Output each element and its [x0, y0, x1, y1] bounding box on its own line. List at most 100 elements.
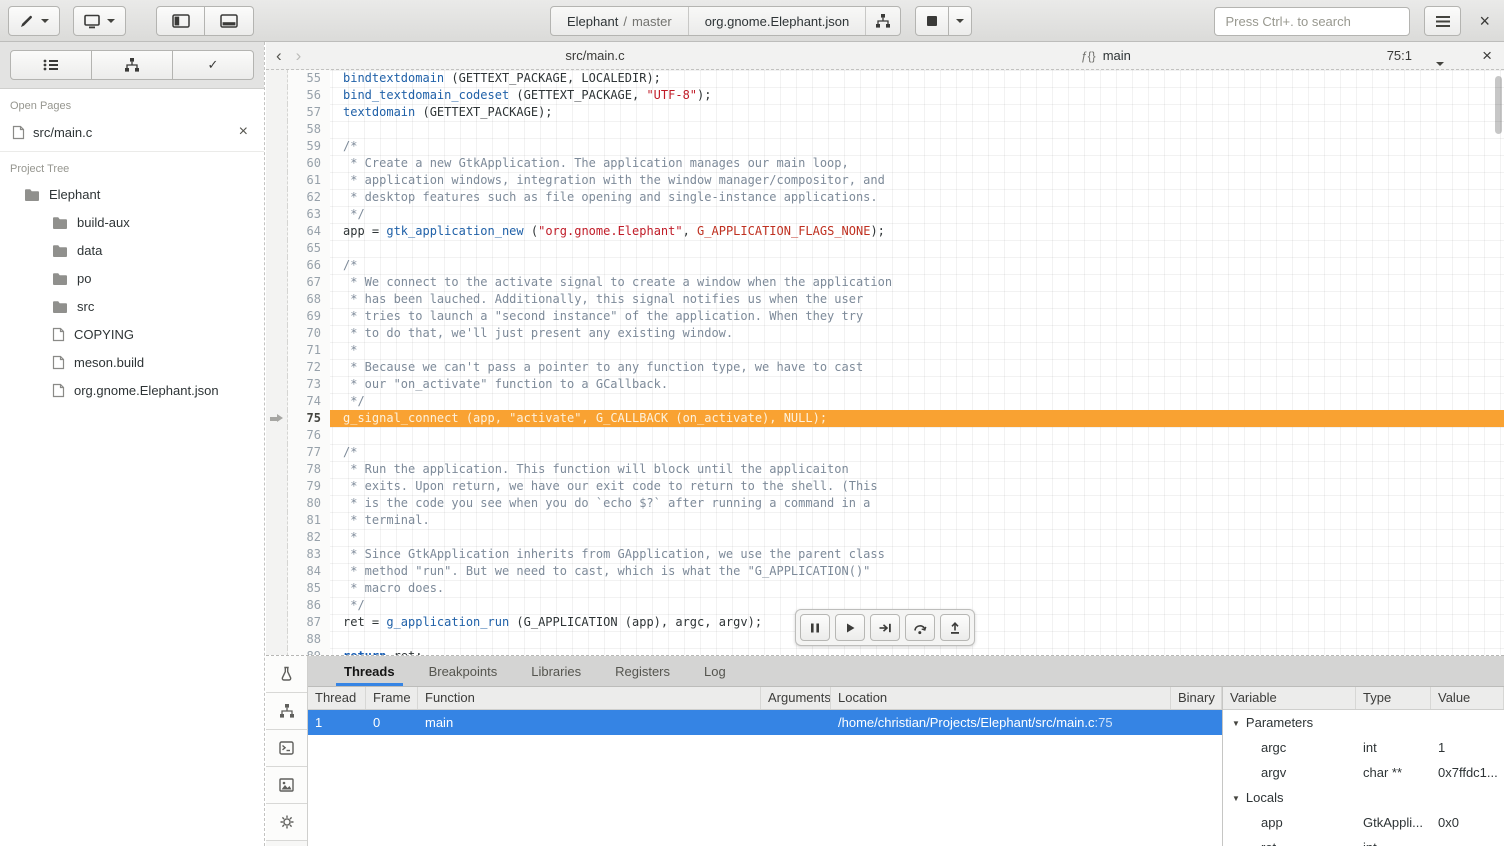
tree-item-copying[interactable]: COPYING — [0, 320, 264, 348]
line-number[interactable]: 57 — [288, 104, 330, 121]
tree-item-data[interactable]: data — [0, 236, 264, 264]
search-input[interactable] — [1214, 7, 1410, 36]
debugger-tab-breakpoints[interactable]: Breakpoints — [415, 656, 512, 686]
code-line-text[interactable]: * macro does. — [330, 580, 1504, 597]
breakpoint-gutter[interactable] — [266, 580, 288, 597]
code-line-text[interactable]: bindtextdomain (GETTEXT_PACKAGE, LOCALED… — [330, 70, 1504, 87]
line-number[interactable]: 69 — [288, 308, 330, 325]
breakpoint-gutter[interactable] — [266, 257, 288, 274]
expander-icon[interactable]: ▼ — [1232, 711, 1240, 735]
code-line-text[interactable]: * exits. Upon return, we have our exit c… — [330, 478, 1504, 495]
tree-item-src[interactable]: src — [0, 292, 264, 320]
code-line-text[interactable]: * Run the application. This function wil… — [330, 461, 1504, 478]
breakpoint-gutter[interactable] — [266, 87, 288, 104]
thread-row[interactable]: 10main/home/christian/Projects/Elephant/… — [308, 710, 1222, 735]
variable-row-ret[interactable]: retint — [1223, 835, 1504, 846]
line-number[interactable]: 80 — [288, 495, 330, 512]
toggle-bottom-panel-button[interactable] — [205, 6, 254, 36]
line-number[interactable]: 63 — [288, 206, 330, 223]
line-number[interactable]: 84 — [288, 563, 330, 580]
line-number[interactable]: 89 — [288, 648, 330, 655]
breakpoint-gutter[interactable] — [266, 478, 288, 495]
code-line-text[interactable]: /* — [330, 138, 1504, 155]
code-line-text[interactable]: * desktop features such as file opening … — [330, 189, 1504, 206]
breakpoint-gutter[interactable] — [266, 138, 288, 155]
code-line-text[interactable]: * terminal. — [330, 512, 1504, 529]
omnibar-project-button[interactable]: Elephant / master — [551, 7, 688, 35]
variable-group-locals[interactable]: ▼Locals — [1223, 785, 1504, 810]
code-line-text[interactable]: * We connect to the activate signal to c… — [330, 274, 1504, 291]
code-line-text[interactable]: g_signal_connect (app, "activate", G_CAL… — [330, 410, 1504, 427]
variable-row-argv[interactable]: argvchar **0x7ffdc1... — [1223, 760, 1504, 785]
breakpoint-gutter[interactable] — [266, 291, 288, 308]
line-number[interactable]: 81 — [288, 512, 330, 529]
continue-button[interactable] — [835, 614, 865, 641]
pane-output-button[interactable] — [266, 767, 307, 804]
breakpoint-gutter[interactable] — [266, 342, 288, 359]
line-number[interactable]: 61 — [288, 172, 330, 189]
code-line-text[interactable]: textdomain (GETTEXT_PACKAGE); — [330, 104, 1504, 121]
back-button[interactable]: ‹ — [276, 42, 282, 69]
breakpoint-gutter[interactable] — [266, 427, 288, 444]
window-close-button[interactable]: × — [1475, 6, 1494, 36]
line-number[interactable]: 70 — [288, 325, 330, 342]
omnibar-config-button[interactable]: org.gnome.Elephant.json — [688, 7, 866, 35]
breakpoint-gutter[interactable] — [266, 393, 288, 410]
pane-build-button[interactable] — [266, 693, 307, 730]
line-number[interactable]: 66 — [288, 257, 330, 274]
close-page-button[interactable]: × — [235, 123, 252, 141]
line-number[interactable]: 79 — [288, 478, 330, 495]
code-line-text[interactable] — [330, 121, 1504, 138]
run-options-button[interactable] — [949, 6, 972, 36]
code-line-text[interactable]: * tries to launch a "second instance" of… — [330, 308, 1504, 325]
breakpoint-gutter[interactable] — [266, 172, 288, 189]
line-number[interactable]: 83 — [288, 546, 330, 563]
line-number[interactable]: 72 — [288, 359, 330, 376]
code-line-text[interactable]: * method "run". But we need to cast, whi… — [330, 563, 1504, 580]
pane-terminal-button[interactable] — [266, 730, 307, 767]
breakpoint-gutter[interactable] — [266, 631, 288, 648]
code-line-text[interactable]: app = gtk_application_new ("org.gnome.El… — [330, 223, 1504, 240]
step-over-button[interactable] — [905, 614, 935, 641]
edit-mode-button[interactable] — [8, 6, 60, 36]
code-line-text[interactable]: * is the code you see when you do `echo … — [330, 495, 1504, 512]
code-line-text[interactable]: * Because we can't pass a pointer to any… — [330, 359, 1504, 376]
pause-button[interactable] — [800, 614, 830, 641]
code-line-text[interactable]: * our "on_activate" function to a GCallb… — [330, 376, 1504, 393]
line-number[interactable]: 71 — [288, 342, 330, 359]
breakpoint-gutter[interactable] — [266, 70, 288, 87]
breakpoint-gutter[interactable] — [266, 223, 288, 240]
breakpoint-gutter[interactable] — [266, 648, 288, 655]
breakpoint-gutter[interactable] — [266, 529, 288, 546]
line-number[interactable]: 65 — [288, 240, 330, 257]
line-number[interactable]: 74 — [288, 393, 330, 410]
code-line-text[interactable]: /* — [330, 444, 1504, 461]
code-line-text[interactable]: * to do that, we'll just present any exi… — [330, 325, 1504, 342]
code-line-text[interactable] — [330, 427, 1504, 444]
breakpoint-gutter[interactable] — [266, 155, 288, 172]
tree-item-po[interactable]: po — [0, 264, 264, 292]
breakpoint-gutter[interactable] — [266, 240, 288, 257]
line-number[interactable]: 59 — [288, 138, 330, 155]
line-number[interactable]: 86 — [288, 597, 330, 614]
pane-utilities-button[interactable] — [266, 804, 307, 841]
line-number[interactable]: 85 — [288, 580, 330, 597]
breakpoint-gutter[interactable] — [266, 597, 288, 614]
code-line-text[interactable]: bind_textdomain_codeset (GETTEXT_PACKAGE… — [330, 87, 1504, 104]
line-number[interactable]: 76 — [288, 427, 330, 444]
editor-scrollbar[interactable] — [1495, 76, 1502, 134]
sidebar-tab-build[interactable] — [92, 50, 173, 80]
breakpoint-gutter[interactable] — [266, 104, 288, 121]
line-number[interactable]: 87 — [288, 614, 330, 631]
menu-button[interactable] — [1424, 6, 1461, 36]
code-line-text[interactable]: */ — [330, 206, 1504, 223]
line-number[interactable]: 75 — [288, 410, 330, 427]
pane-debugger-button[interactable] — [266, 656, 307, 693]
breakpoint-gutter[interactable] — [266, 546, 288, 563]
code-line-text[interactable]: * — [330, 529, 1504, 546]
line-number[interactable]: 77 — [288, 444, 330, 461]
code-editor[interactable]: 55bindtextdomain (GETTEXT_PACKAGE, LOCAL… — [266, 70, 1504, 655]
breakpoint-gutter[interactable] — [266, 325, 288, 342]
code-line-text[interactable]: * has been lauched. Additionally, this s… — [330, 291, 1504, 308]
code-line-text[interactable]: /* — [330, 257, 1504, 274]
